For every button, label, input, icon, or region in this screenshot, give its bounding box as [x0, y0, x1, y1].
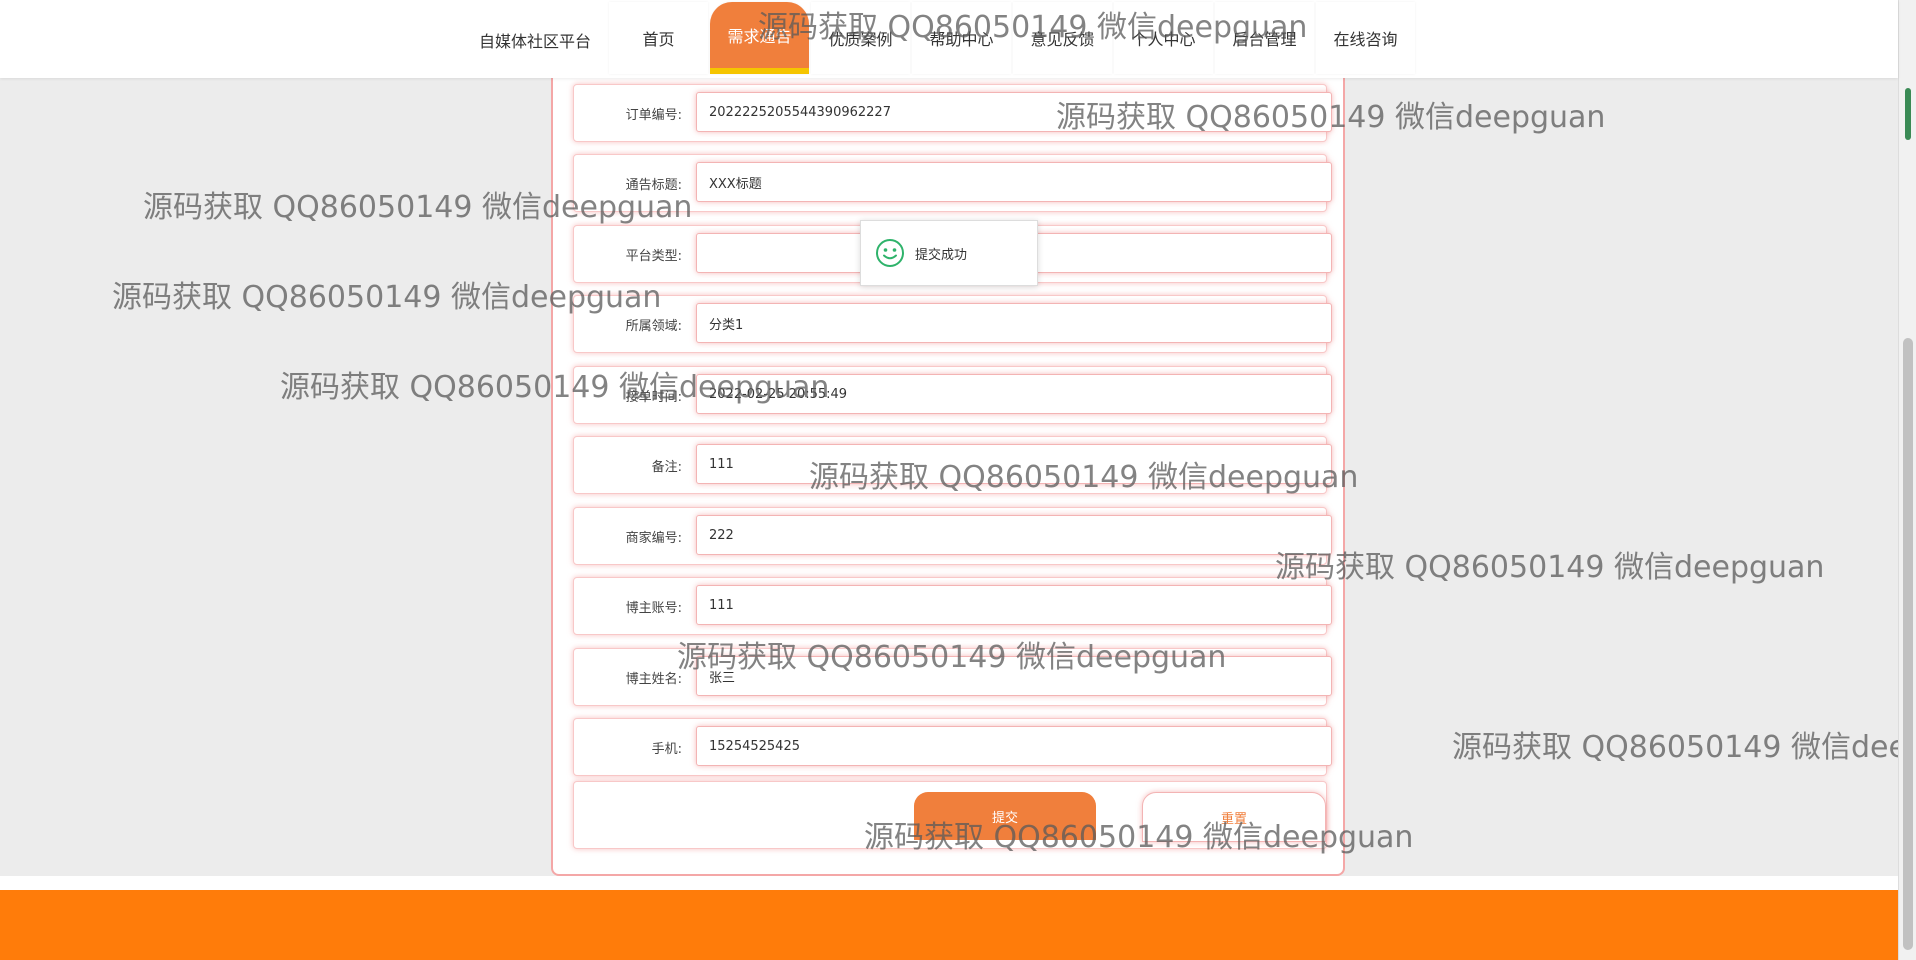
- nav-home[interactable]: 首页: [609, 2, 708, 74]
- nav-admin[interactable]: 后台管理: [1215, 2, 1314, 74]
- page-bottom-strip: [0, 876, 1898, 890]
- nav-consult[interactable]: 在线咨询: [1316, 2, 1415, 74]
- field-label: 备注:: [651, 459, 682, 475]
- nav-profile[interactable]: 个人中心: [1114, 2, 1213, 74]
- toast-message: 提交成功: [915, 247, 968, 263]
- vertical-scrollbar[interactable]: [1898, 0, 1916, 960]
- field-label: 手机:: [651, 741, 682, 757]
- top-navbar: 自媒体社区平台 首页 需求通告 优质案例 帮助中心 意见反馈 个人中心 后台管理…: [0, 0, 1898, 78]
- form-row-domain: 所属领域: 分类1: [573, 295, 1332, 353]
- form-row-blogger-account: 博主账号: 111: [573, 577, 1332, 635]
- accept-time-input[interactable]: 2022-02-25 20:55:49: [696, 374, 1332, 414]
- remark-input[interactable]: 111: [696, 444, 1332, 484]
- scrollbar-thumb[interactable]: [1903, 338, 1913, 950]
- reset-button[interactable]: 重置: [1142, 792, 1326, 842]
- domain-input[interactable]: 分类1: [696, 303, 1332, 343]
- blogger-name-input[interactable]: 张三: [696, 656, 1332, 696]
- form-row-blogger-name: 博主姓名: 张三: [573, 648, 1332, 706]
- order-form: 订单编号: 2022225205544390962227 通告标题: XXX标题…: [551, 78, 1345, 876]
- site-title: 自媒体社区平台: [479, 32, 592, 51]
- blogger-account-input[interactable]: 111: [696, 585, 1332, 625]
- field-label: 商家编号:: [625, 530, 682, 546]
- merchant-number-input[interactable]: 222: [696, 515, 1332, 555]
- field-label: 平台类型:: [625, 248, 682, 264]
- field-label: 通告标题:: [625, 177, 682, 193]
- field-label: 所属领域:: [625, 318, 682, 334]
- form-row-phone: 手机: 15254525425: [573, 718, 1332, 776]
- watermark: 源码获取 QQ86050149 微信deepguan: [1275, 550, 1825, 585]
- phone-input[interactable]: 15254525425: [696, 726, 1332, 766]
- nav-feedback[interactable]: 意见反馈: [1013, 2, 1112, 74]
- form-actions: 提交 重置: [573, 781, 1327, 849]
- watermark: 源码获取 QQ86050149 微信deepguan: [1452, 730, 1898, 765]
- field-label: 博主账号:: [625, 600, 682, 616]
- form-row-title: 通告标题: XXX标题: [573, 154, 1332, 212]
- nav-requirements[interactable]: 需求通告: [710, 2, 809, 74]
- smiley-icon: [876, 239, 904, 267]
- title-input[interactable]: XXX标题: [696, 162, 1332, 202]
- footer: [0, 890, 1898, 960]
- nav-help[interactable]: 帮助中心: [912, 2, 1011, 74]
- scroll-marker: [1905, 88, 1911, 140]
- field-label: 接单时间:: [625, 389, 682, 405]
- field-label: 订单编号:: [625, 107, 682, 123]
- main-nav: 首页 需求通告 优质案例 帮助中心 意见反馈 个人中心 后台管理 在线咨询: [609, 2, 1415, 76]
- success-toast: 提交成功: [860, 220, 1038, 286]
- order-number-input[interactable]: 2022225205544390962227: [696, 92, 1332, 132]
- field-label: 博主姓名:: [625, 671, 682, 687]
- form-row-remark: 备注: 111: [573, 436, 1332, 494]
- form-row-merchant: 商家编号: 222: [573, 507, 1332, 565]
- form-row-order-number: 订单编号: 2022225205544390962227: [573, 84, 1332, 142]
- submit-button[interactable]: 提交: [914, 792, 1096, 840]
- form-row-accept-time: 接单时间: 2022-02-25 20:55:49: [573, 366, 1332, 424]
- nav-cases[interactable]: 优质案例: [811, 2, 910, 74]
